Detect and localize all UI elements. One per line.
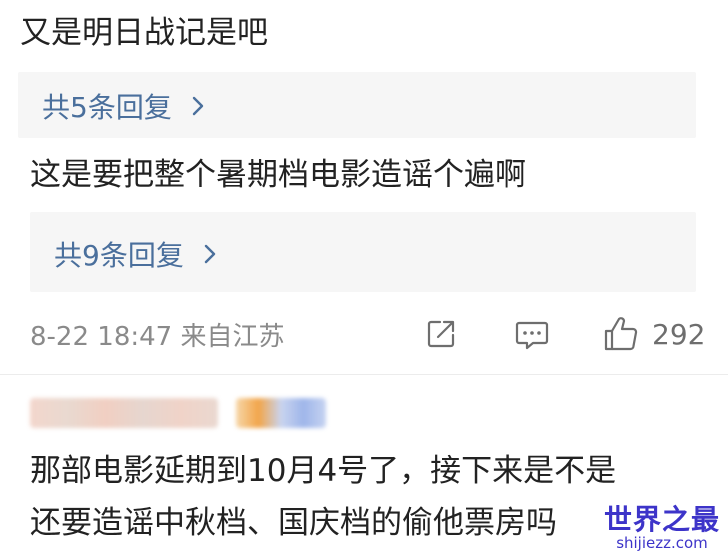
chevron-right-icon — [204, 244, 216, 264]
view-replies-label-2: 共9条回复 — [54, 239, 184, 272]
comment-button[interactable] — [514, 312, 550, 356]
comment-icon — [515, 321, 549, 350]
share-button[interactable] — [424, 312, 458, 356]
thumbs-up-icon — [604, 317, 638, 351]
user-badge-redacted — [236, 398, 326, 428]
view-replies-label-1: 共5条回复 — [42, 91, 172, 124]
comment-text-3-line-2: 还要造谣中秋档、国庆档的偷他票房吗 — [30, 505, 557, 541]
comment-text-2: 这是要把整个暑期档电影造谣个遍啊 — [30, 157, 526, 193]
site-watermark: 世界之最 shijiezz.com — [603, 503, 720, 552]
share-icon — [427, 320, 455, 348]
timestamp-location: 8-22 18:47 来自江苏 — [30, 322, 285, 352]
comment-meta-row: 8-22 18:47 来自江苏 292 — [30, 312, 710, 356]
comment-text-1: 又是明日战记是吧 — [20, 15, 268, 51]
like-button[interactable]: 292 — [602, 312, 705, 356]
view-replies-link-2[interactable]: 共9条回复 — [54, 234, 218, 274]
comment-divider — [0, 374, 728, 375]
like-count: 292 — [652, 317, 706, 351]
watermark-url: shijiezz.com — [616, 534, 708, 552]
view-replies-link-1[interactable]: 共5条回复 — [42, 86, 206, 126]
comment-text-3-line-1: 那部电影延期到10月4号了，接下来是不是 — [30, 453, 617, 489]
chevron-right-icon — [192, 96, 204, 116]
watermark-title: 世界之最 — [603, 503, 720, 536]
username-redacted[interactable] — [30, 398, 218, 428]
